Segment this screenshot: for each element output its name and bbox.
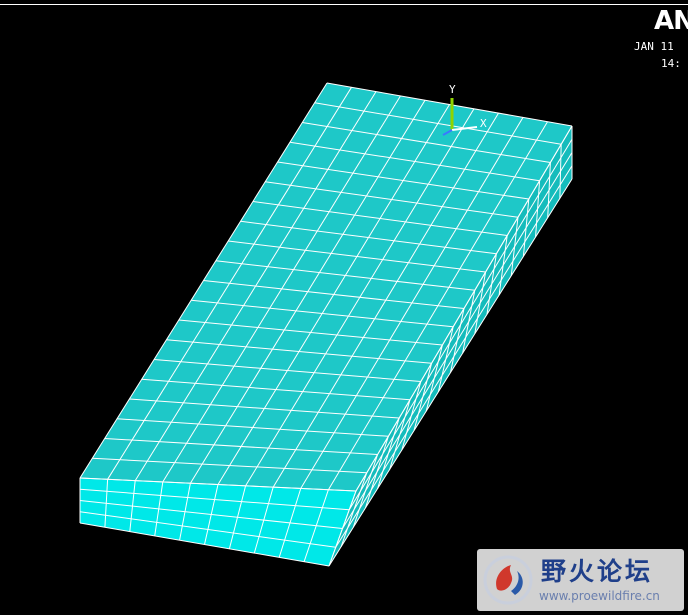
flame-logo-icon bbox=[483, 555, 533, 605]
x-axis-label: X bbox=[480, 117, 487, 130]
y-axis-label: Y bbox=[449, 83, 456, 96]
watermark-url: www.proewildfire.cn bbox=[539, 589, 660, 603]
watermark-title: 野火论坛 bbox=[541, 557, 654, 586]
model-viewport[interactable]: Y X bbox=[0, 0, 688, 615]
mesh-front-face bbox=[80, 478, 356, 566]
forum-watermark: 野火论坛 www.proewildfire.cn bbox=[477, 549, 684, 611]
mesh-model bbox=[79, 82, 573, 567]
graphics-window[interactable]: AN JAN 11 14: Y X 野火论坛 www.proewildfire.… bbox=[0, 0, 688, 615]
